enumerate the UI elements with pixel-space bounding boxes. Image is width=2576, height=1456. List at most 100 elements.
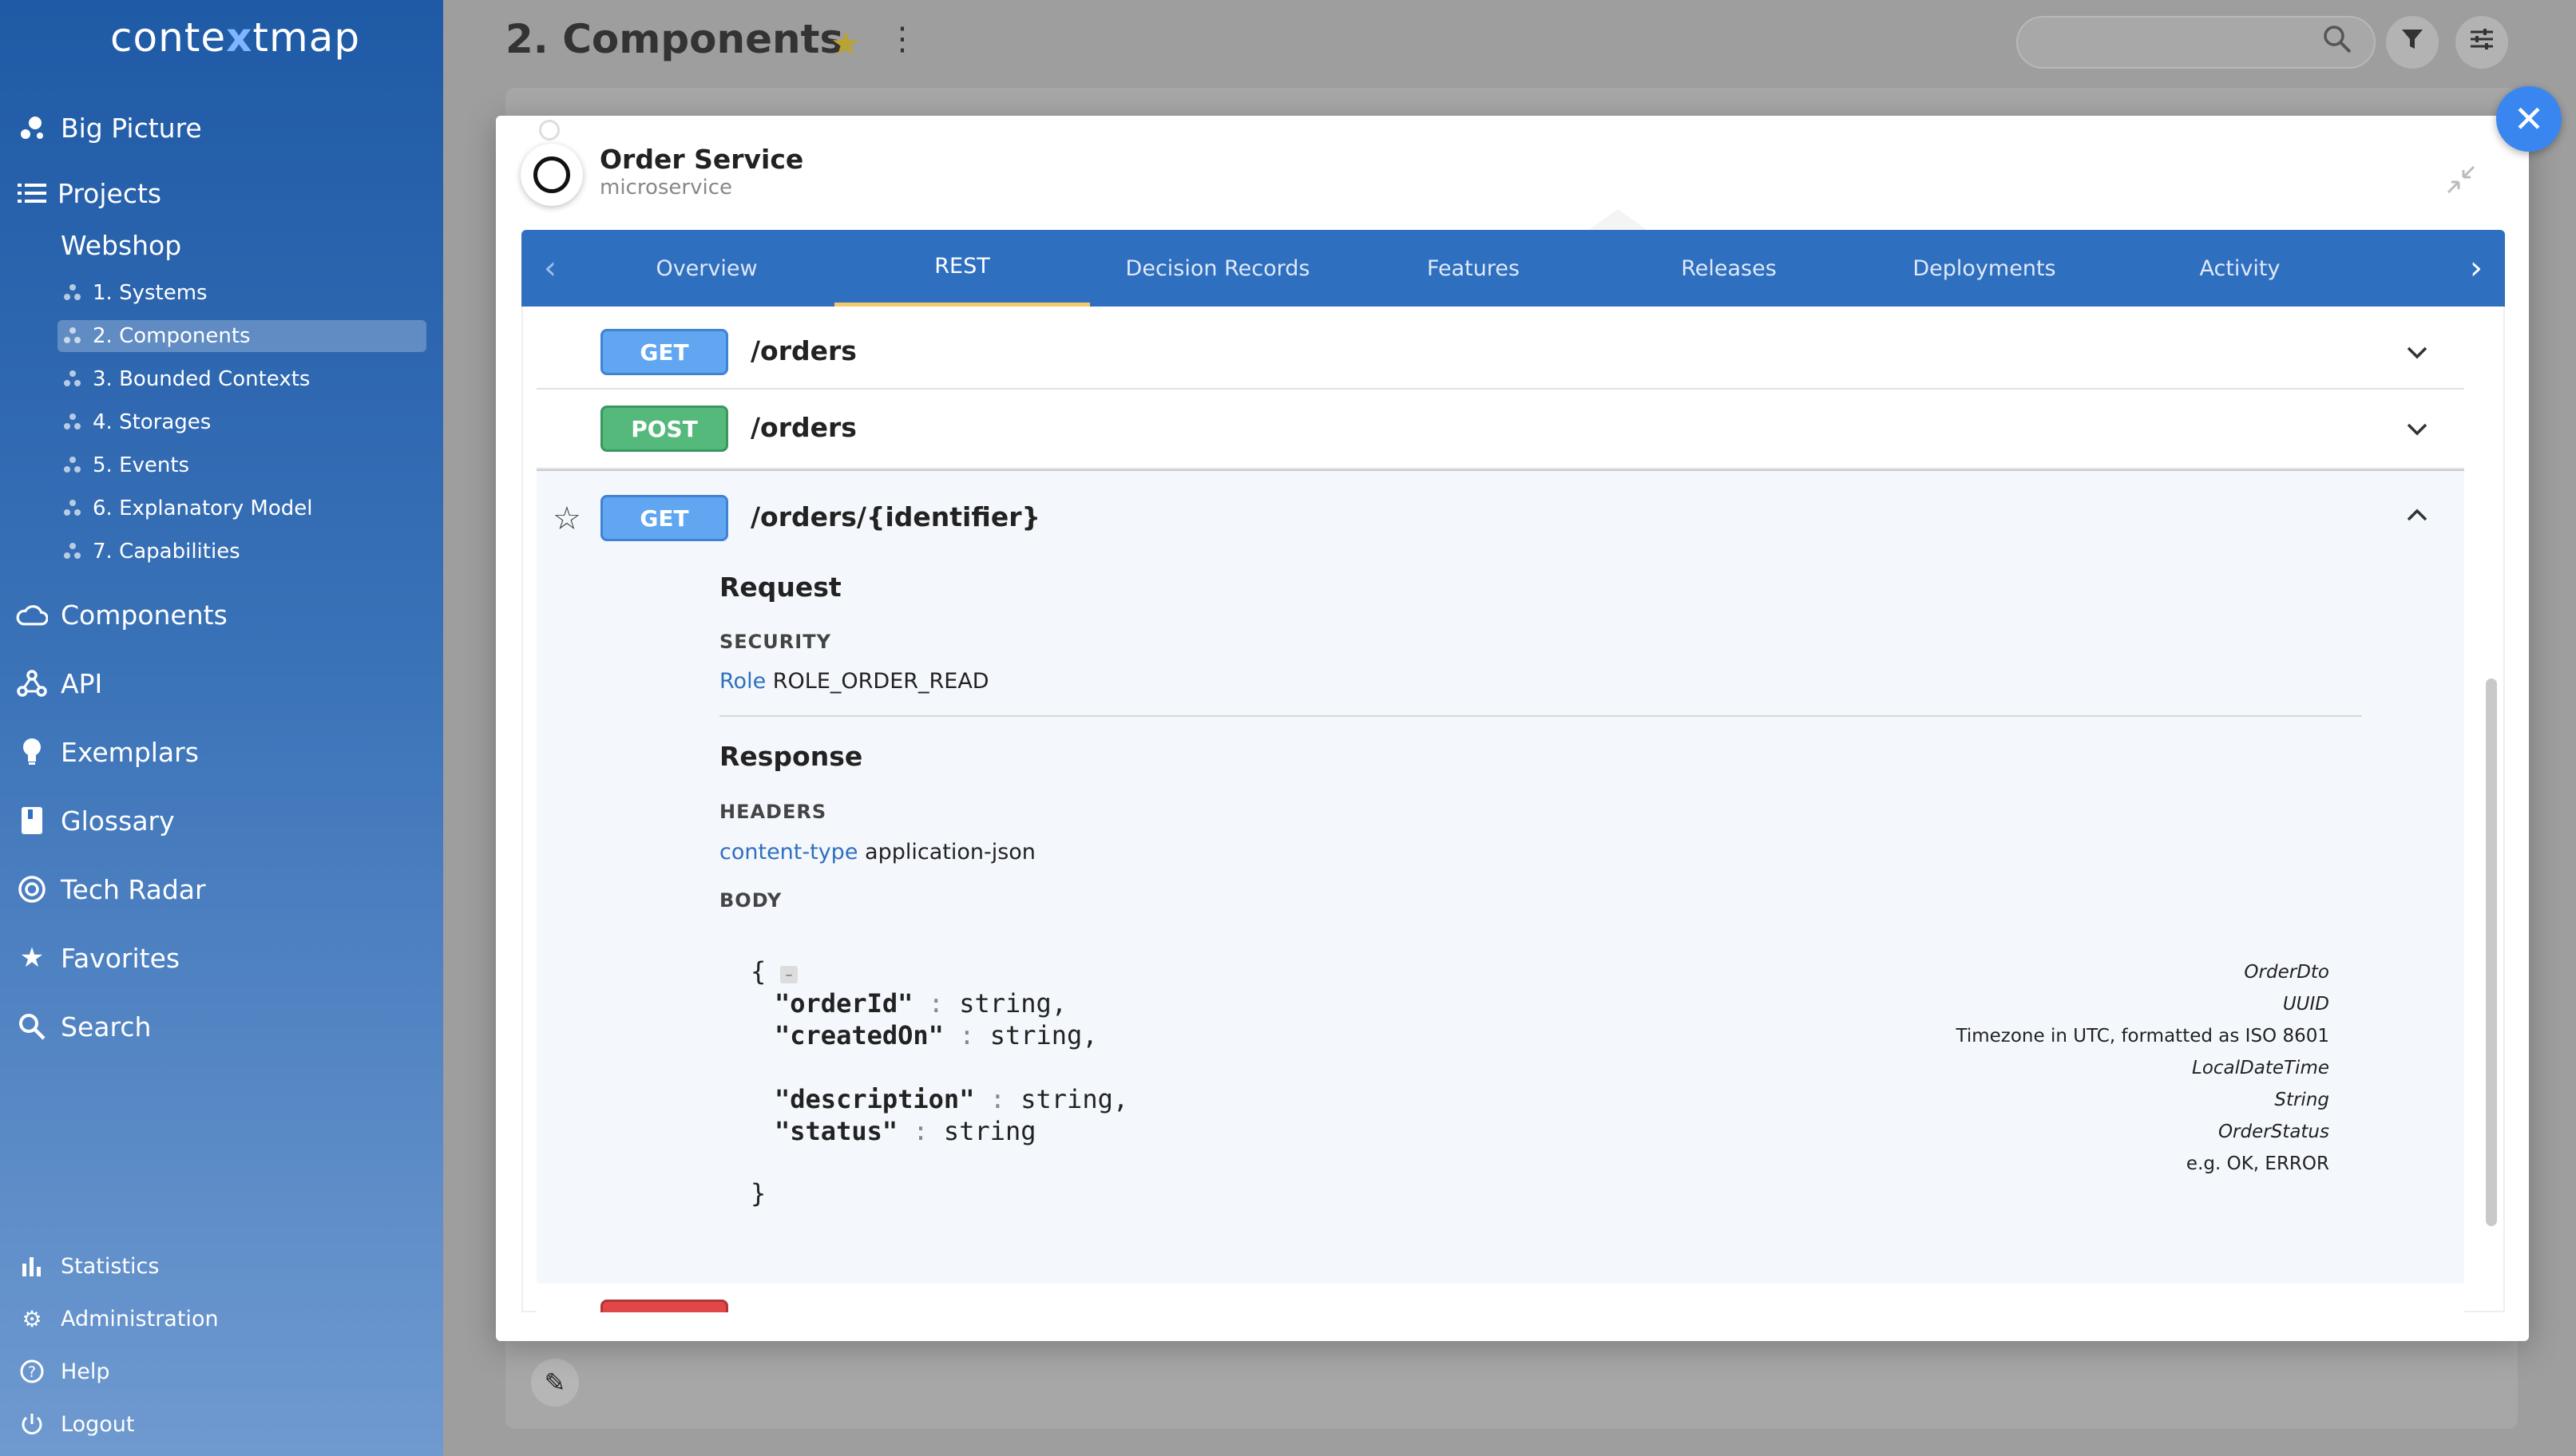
tab-rest[interactable]: REST	[834, 230, 1090, 307]
type-note: LocalDateTime	[2192, 1058, 2329, 1078]
json-open-brace: {	[751, 956, 767, 987]
json-field: "createdOn" : string,	[775, 1020, 1098, 1050]
sidebar-item-favorites[interactable]: ★ Favorites	[0, 930, 443, 986]
type-note: Timezone in UTC, formatted as ISO 8601	[1956, 1026, 2329, 1046]
power-icon	[18, 1410, 46, 1438]
chevron-down-icon[interactable]	[2405, 339, 2429, 367]
body-label: BODY	[719, 889, 783, 912]
sidebar-item-label: Help	[61, 1359, 110, 1384]
sidebar-item-label: Administration	[61, 1306, 219, 1331]
sidebar-subitem-events[interactable]: 5. Events	[57, 449, 426, 481]
cloud-icon	[16, 599, 48, 631]
sidebar-item-exemplars[interactable]: Exemplars	[0, 724, 443, 780]
tab-releases[interactable]: Releases	[1601, 230, 1857, 307]
chevron-right-icon: ›	[2470, 250, 2483, 287]
sidebar-item-projects[interactable]: Projects	[0, 165, 443, 221]
list-icon	[16, 177, 48, 209]
sidebar-item-label: Tech Radar	[61, 873, 206, 905]
endpoint-path: /orders	[751, 412, 857, 443]
tab-scroll-right-button[interactable]: ›	[2447, 230, 2505, 307]
sidebar-item-glossary[interactable]: Glossary	[0, 793, 443, 849]
logo-text-right: tmap	[252, 14, 361, 61]
sidebar-item-label: Big Picture	[61, 112, 202, 144]
radar-icon	[16, 873, 48, 905]
json-field: "description" : string,	[775, 1084, 1129, 1114]
collapse-arrows-icon[interactable]	[2445, 164, 2477, 204]
header-entry: content-type application-json	[719, 840, 1036, 864]
chevron-up-icon[interactable]	[2405, 501, 2429, 529]
close-icon: ✕	[2513, 97, 2545, 140]
sidebar-subitem-label: 3. Bounded Contexts	[93, 367, 311, 391]
divider	[719, 715, 2362, 717]
sidebar-subitem-systems[interactable]: 1. Systems	[57, 277, 426, 309]
sidebar-item-big-picture[interactable]: Big Picture	[0, 100, 443, 156]
tab-overview[interactable]: Overview	[579, 230, 834, 307]
sidebar-item-help[interactable]: ? Help	[0, 1349, 443, 1394]
sidebar-subitem-bounded-contexts[interactable]: 3. Bounded Contexts	[57, 363, 426, 395]
sidebar-subitem-label: 6. Explanatory Model	[93, 497, 313, 520]
json-close-brace: }	[751, 1178, 767, 1209]
pointer-arrow	[1589, 209, 1647, 230]
sidebar-subitem-explanatory-model[interactable]: 6. Explanatory Model	[57, 493, 426, 524]
sidebar-item-administration[interactable]: ⚙ Administration	[0, 1296, 443, 1341]
content-scrollbar[interactable]	[2486, 679, 2497, 1226]
method-badge-get: GET	[600, 329, 728, 375]
cluster-icon	[64, 327, 81, 345]
edit-button[interactable]: ✎	[531, 1359, 579, 1407]
close-button[interactable]: ✕	[2496, 86, 2562, 152]
tab-activity[interactable]: Activity	[2112, 230, 2368, 307]
more-vert-icon[interactable]: ⋮	[886, 21, 918, 57]
filter-icon	[2400, 26, 2424, 58]
fold-toggle[interactable]: –	[780, 966, 798, 983]
type-note: String	[2274, 1090, 2329, 1110]
endpoint-row[interactable]	[537, 1284, 2464, 1312]
method-badge-delete	[600, 1300, 728, 1312]
bar-chart-icon	[18, 1252, 46, 1280]
sidebar-item-statistics[interactable]: Statistics	[0, 1244, 443, 1288]
gear-icon: ⚙	[22, 1305, 42, 1332]
sidebar: contextmap Big Picture Projects Webshop …	[0, 0, 443, 1456]
method-badge-get: GET	[600, 495, 728, 541]
search-icon[interactable]	[2322, 24, 2352, 62]
role-key: Role	[719, 669, 767, 694]
json-field: "orderId" : string,	[775, 988, 1068, 1019]
tab-deployments[interactable]: Deployments	[1857, 230, 2112, 307]
sidebar-item-label: Statistics	[61, 1253, 160, 1279]
tab-decision-records[interactable]: Decision Records	[1090, 230, 1345, 307]
project-webshop[interactable]: Webshop	[61, 230, 181, 261]
sidebar-item-tech-radar[interactable]: Tech Radar	[0, 861, 443, 917]
type-note: UUID	[2282, 994, 2329, 1015]
drag-handle-icon[interactable]	[539, 120, 560, 140]
sidebar-subitem-label: 7. Capabilities	[93, 540, 240, 564]
tab-scroll-left-button[interactable]: ‹	[521, 230, 579, 307]
chevron-down-icon[interactable]	[2405, 416, 2429, 444]
security-label: SECURITY	[719, 631, 831, 653]
app-logo[interactable]: contextmap	[110, 14, 360, 61]
component-type: microservice	[600, 176, 733, 200]
sidebar-item-components[interactable]: Components	[0, 587, 443, 643]
sidebar-subitem-label: 2. Components	[93, 324, 251, 348]
sidebar-item-api[interactable]: API	[0, 655, 443, 711]
star-icon: ★	[19, 942, 45, 974]
favorite-star-icon[interactable]: ★	[830, 24, 861, 63]
sidebar-item-logout[interactable]: Logout	[0, 1402, 443, 1446]
cluster-icon	[64, 500, 81, 517]
sidebar-subitem-components[interactable]: 2. Components	[57, 320, 426, 352]
response-heading: Response	[719, 741, 863, 772]
webhook-icon	[16, 667, 48, 699]
sidebar-subitem-label: 5. Events	[93, 453, 190, 477]
type-note: e.g. OK, ERROR	[2186, 1153, 2329, 1174]
tab-features[interactable]: Features	[1345, 230, 1601, 307]
filter-button[interactable]	[2386, 16, 2439, 69]
sidebar-subitem-storages[interactable]: 4. Storages	[57, 406, 426, 438]
sidebar-subitem-capabilities[interactable]: 7. Capabilities	[57, 536, 426, 568]
settings-sliders-button[interactable]	[2455, 16, 2508, 69]
sidebar-item-label: Logout	[61, 1411, 135, 1437]
header-value: application-json	[865, 840, 1036, 864]
sidebar-item-search[interactable]: Search	[0, 999, 443, 1054]
component-type-icon	[521, 144, 583, 206]
star-outline-icon[interactable]: ☆	[553, 500, 581, 537]
tune-icon	[2469, 26, 2495, 58]
type-note: OrderDto	[2244, 962, 2329, 983]
json-field: "status" : string	[775, 1116, 1036, 1146]
